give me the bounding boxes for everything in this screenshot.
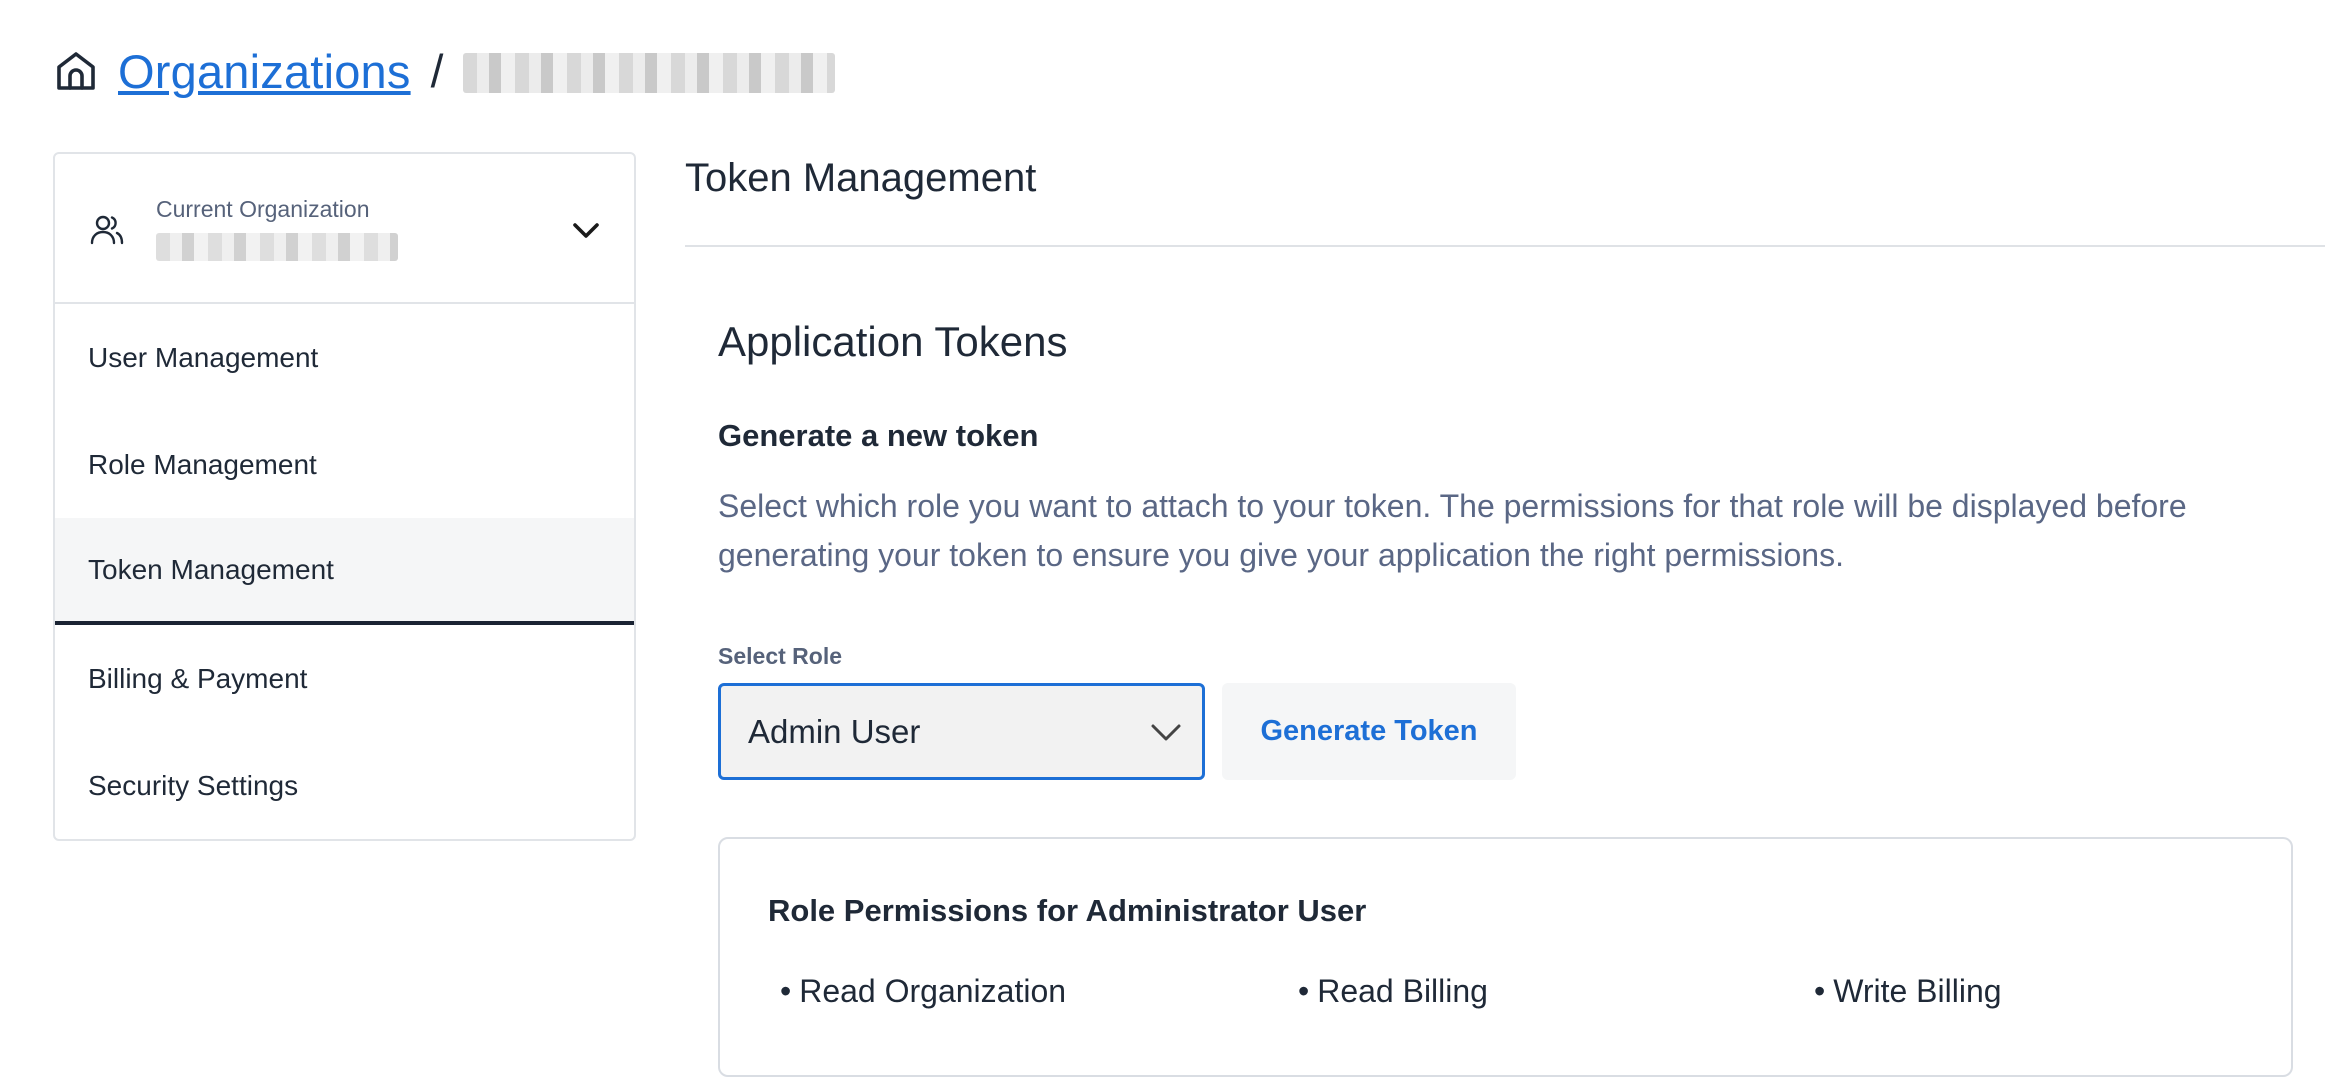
permission-label: Read Organization	[799, 973, 1067, 1009]
breadcrumb-separator: /	[430, 45, 444, 97]
breadcrumb: Organizations /	[52, 36, 836, 106]
home-icon[interactable]	[52, 47, 100, 95]
permission-item: • Read Billing	[1298, 973, 1488, 1009]
sidebar-item-user-management[interactable]: User Management	[55, 304, 634, 411]
role-permissions-card: Role Permissions for Administrator User …	[718, 837, 2293, 1077]
sidebar-item-security-settings[interactable]: Security Settings	[55, 732, 634, 839]
generate-token-description: Select which role you want to attach to …	[718, 488, 2187, 573]
permission-label: Read Billing	[1317, 973, 1488, 1009]
role-permissions-title: Role Permissions for Administrator User	[768, 893, 1367, 928]
generate-token-button[interactable]: Generate Token	[1222, 683, 1516, 780]
permission-label: Write Billing	[1833, 973, 2002, 1009]
title-divider	[685, 245, 2325, 247]
permission-item: • Write Billing	[1814, 973, 2002, 1009]
generate-token-heading: Generate a new token	[718, 418, 1039, 453]
users-icon	[90, 215, 124, 245]
sidebar-item-role-management[interactable]: Role Management	[55, 411, 634, 518]
permission-item: • Read Organization	[780, 973, 1067, 1009]
org-name-redacted	[156, 233, 398, 261]
select-role-label: Select Role	[718, 643, 842, 669]
chevron-down-icon[interactable]	[570, 214, 602, 246]
breadcrumb-current-org-redacted	[463, 53, 836, 93]
org-switcher[interactable]: Current Organization	[55, 154, 634, 304]
breadcrumb-organizations-link[interactable]: Organizations	[118, 44, 411, 99]
sidebar: Current Organization User Management Rol…	[53, 152, 636, 841]
role-select-value: Admin User	[748, 712, 921, 750]
select-chevron-icon	[1151, 724, 1181, 741]
sidebar-item-billing-payment[interactable]: Billing & Payment	[55, 625, 634, 732]
sidebar-item-token-management[interactable]: Token Management	[55, 518, 634, 625]
section-title: Application Tokens	[718, 318, 1068, 365]
role-select[interactable]: Admin User	[718, 683, 1205, 780]
org-label: Current Organization	[156, 196, 370, 222]
page-title: Token Management	[685, 156, 1037, 200]
